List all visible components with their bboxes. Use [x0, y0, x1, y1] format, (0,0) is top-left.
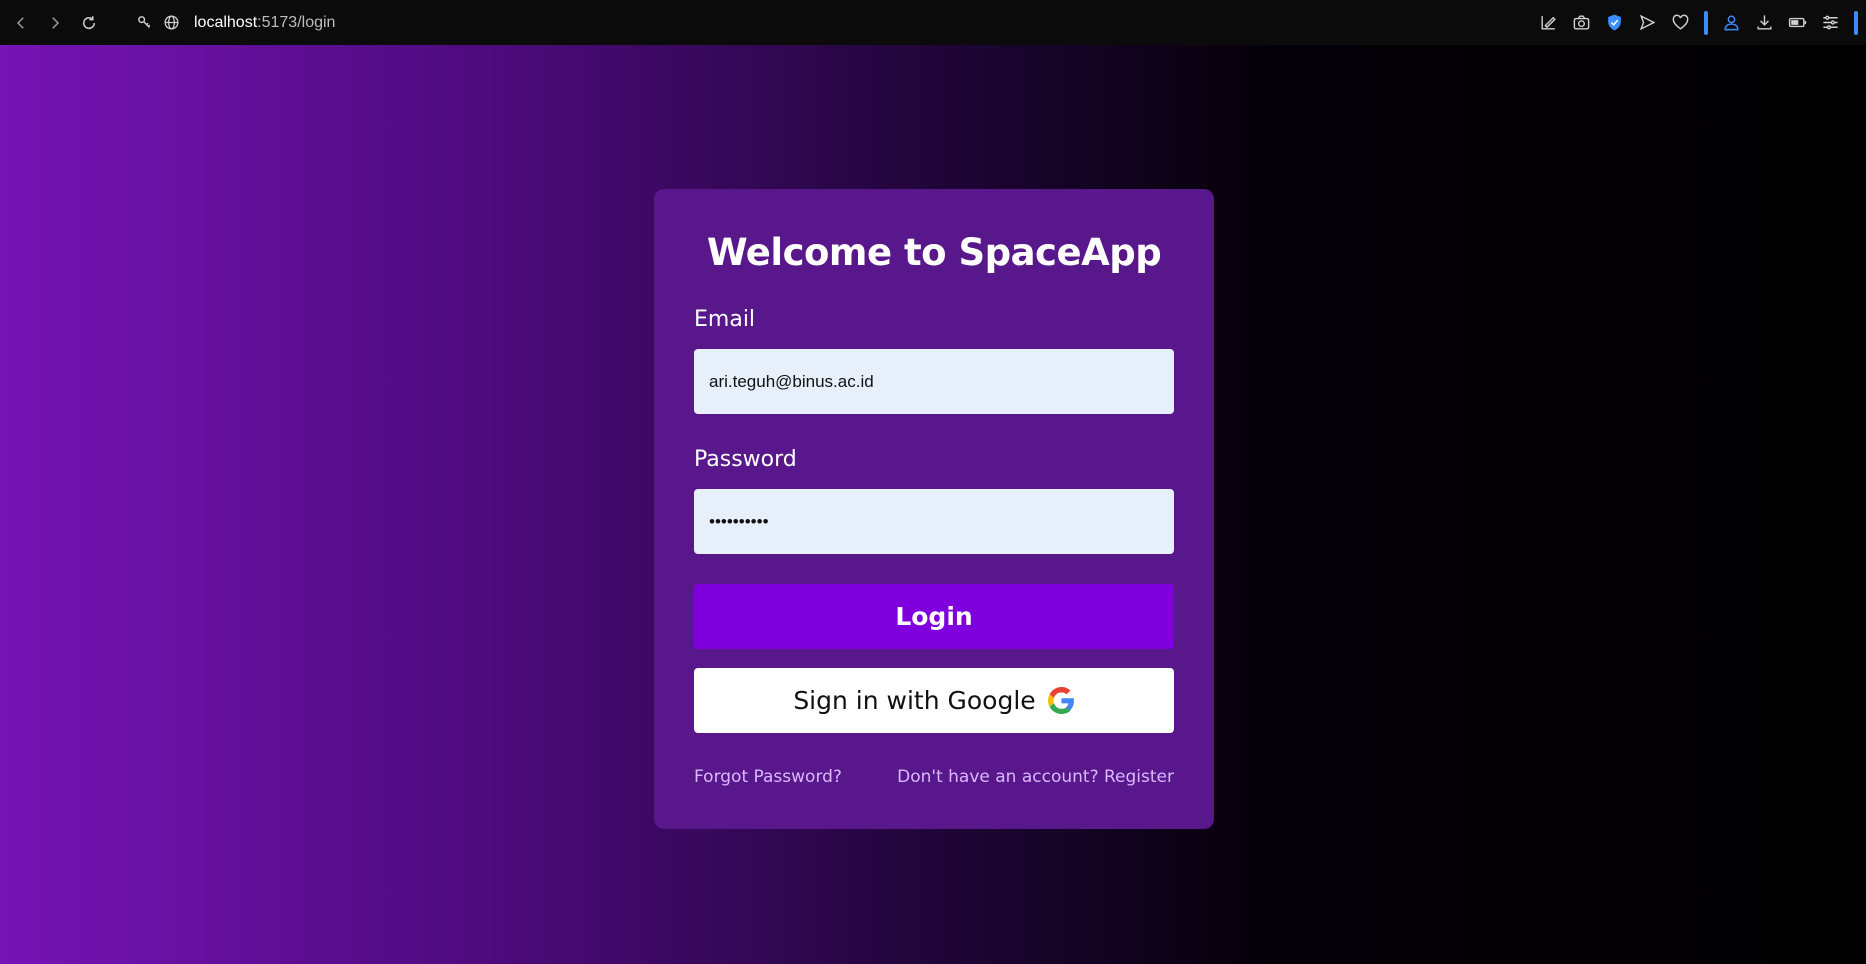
- login-card: Welcome to SpaceApp Email Password Login…: [654, 189, 1214, 829]
- url-text[interactable]: localhost:5173/login: [194, 14, 335, 32]
- reload-icon: [83, 15, 96, 29]
- download-icon[interactable]: [1755, 13, 1774, 32]
- forward-button[interactable]: [38, 0, 72, 45]
- card-footer-links: Forgot Password? Don't have an account? …: [694, 767, 1174, 787]
- globe-icon: [163, 14, 180, 31]
- reload-button[interactable]: [72, 0, 106, 45]
- site-info-icon[interactable]: [136, 14, 153, 31]
- settings-sliders-icon[interactable]: [1821, 13, 1840, 32]
- forward-arrow-icon: [52, 16, 60, 29]
- browser-toolbar: localhost:5173/login: [0, 0, 1866, 45]
- address-bar[interactable]: localhost:5173/login: [136, 14, 335, 32]
- profile-icon[interactable]: [1722, 13, 1741, 32]
- back-button[interactable]: [4, 0, 38, 45]
- forgot-password-link[interactable]: Forgot Password?: [694, 767, 842, 787]
- password-field[interactable]: [694, 489, 1174, 554]
- login-button[interactable]: Login: [694, 584, 1174, 649]
- google-signin-label: Sign in with Google: [793, 686, 1036, 715]
- google-signin-button[interactable]: Sign in with Google: [694, 668, 1174, 733]
- register-link[interactable]: Don't have an account? Register: [897, 767, 1174, 787]
- password-label: Password: [694, 447, 797, 472]
- send-icon[interactable]: [1638, 13, 1657, 32]
- browser-extensions: [1539, 0, 1858, 45]
- battery-icon[interactable]: [1788, 13, 1807, 32]
- url-path: :5173/login: [257, 13, 336, 31]
- url-host: localhost: [194, 13, 258, 31]
- page-background: Welcome to SpaceApp Email Password Login…: [0, 45, 1866, 964]
- google-logo-icon: [1047, 687, 1074, 714]
- email-label: Email: [694, 307, 756, 332]
- heart-icon[interactable]: [1671, 13, 1690, 32]
- shield-check-icon[interactable]: [1605, 13, 1624, 32]
- edit-chart-icon[interactable]: [1539, 13, 1558, 32]
- back-arrow-icon: [16, 16, 24, 29]
- toolbar-separator: [1704, 10, 1708, 35]
- camera-icon[interactable]: [1572, 13, 1591, 32]
- page-title: Welcome to SpaceApp: [706, 231, 1162, 274]
- email-field[interactable]: [694, 349, 1174, 414]
- toolbar-separator-right: [1854, 10, 1858, 35]
